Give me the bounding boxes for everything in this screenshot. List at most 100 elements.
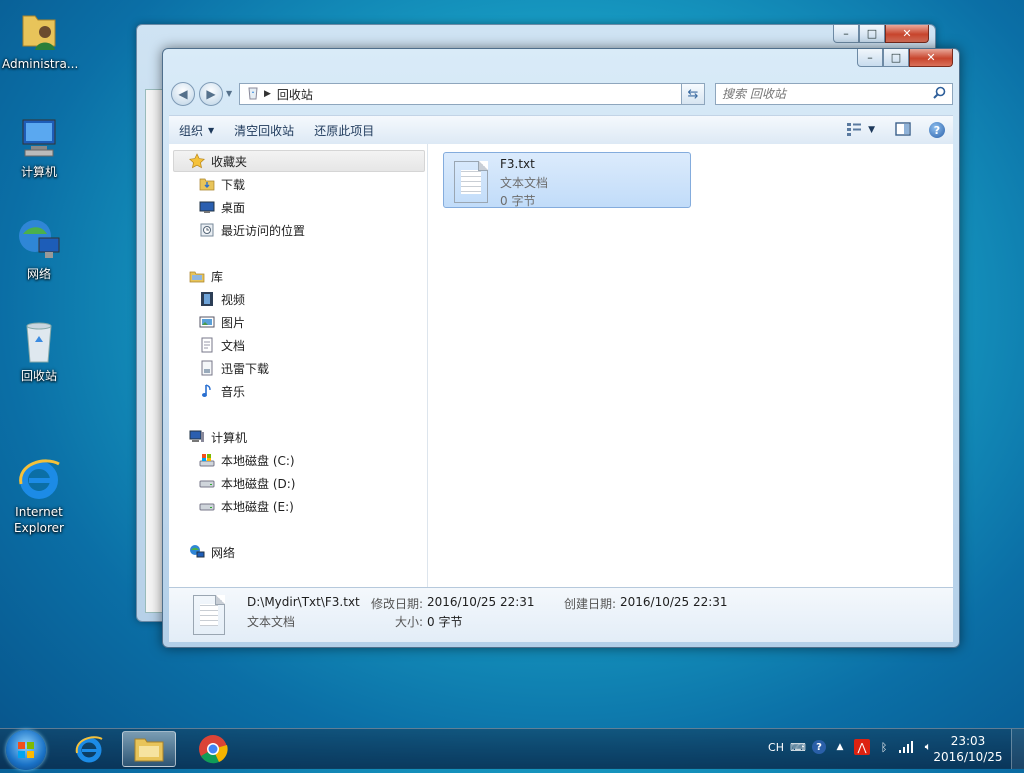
search-input[interactable] — [716, 86, 933, 102]
address-path[interactable]: 回收站 — [277, 86, 313, 103]
hard-drive-icon — [199, 475, 215, 491]
taskbar-windows-explorer[interactable] — [122, 731, 176, 767]
details-path: D:\Mydir\Txt\F3.txt — [247, 595, 360, 609]
nav-computer[interactable]: 计算机 — [189, 427, 247, 447]
show-desktop-button[interactable] — [1011, 729, 1024, 769]
chevron-down-icon: ▼ — [208, 125, 215, 135]
nav-label: 图片 — [221, 315, 246, 330]
taskbar-internet-explorer[interactable] — [62, 731, 116, 767]
nav-label: 文档 — [221, 338, 246, 353]
nav-recent-places[interactable]: 最近访问的位置 — [199, 220, 305, 240]
start-button[interactable] — [6, 730, 46, 770]
file-size: 0 字节 — [500, 194, 536, 208]
system-tray: CH ⌨ ? ▲ ⋀ ᛒ 🔈︎ — [768, 739, 936, 755]
nav-videos[interactable]: 视频 — [199, 289, 245, 309]
nav-downloads[interactable]: 下载 — [199, 174, 245, 194]
nav-label: 下载 — [221, 177, 246, 192]
desktop-icon-label: Administra... — [2, 57, 79, 71]
desktop-icon-label: Internet Explorer — [14, 505, 64, 535]
hard-drive-icon — [199, 498, 215, 514]
nav-drive-e[interactable]: 本地磁盘 (E:) — [199, 496, 294, 516]
restore-item-button[interactable]: 还原此项目 — [304, 118, 384, 142]
network-small-icon — [189, 544, 205, 560]
details-size-value: 0 字节 — [427, 615, 463, 629]
maximize-button[interactable]: □ — [859, 25, 885, 43]
refresh-button[interactable]: ⇆ — [681, 83, 705, 105]
clock-time: 23:03 — [950, 734, 986, 748]
download-folder-icon — [199, 176, 215, 192]
view-dropdown-button[interactable]: ▼ — [868, 118, 885, 142]
nav-label: 网络 — [211, 545, 236, 560]
nav-label: 视频 — [221, 292, 246, 307]
navigation-pane: 收藏夹 下载 桌面 最近访问的位置 库 视频 图片 文档 迅雷下载 音乐 计算机… — [169, 144, 428, 587]
preview-pane-icon — [895, 121, 911, 139]
search-icon[interactable] — [933, 86, 946, 102]
desktop-icon-label: 计算机 — [20, 165, 57, 179]
nav-drive-c[interactable]: 本地磁盘 (C:) — [199, 450, 295, 470]
desktop-icon-computer[interactable]: 计算机 — [2, 114, 76, 180]
recycle-bin-window[interactable]: – □ ✕ ◀ ▶ ▼ ▶ 回收站 ▼ ⇆ 组织 ▼ 清空回收站 — [162, 48, 960, 648]
nav-label: 本地磁盘 (D:) — [221, 476, 296, 491]
address-bar[interactable]: ▶ 回收站 ▼ — [239, 83, 705, 105]
bluetooth-icon[interactable]: ᛒ — [876, 739, 892, 755]
help-tray-icon[interactable]: ? — [812, 740, 826, 754]
ie-icon — [15, 438, 63, 499]
nav-desktop[interactable]: 桌面 — [199, 197, 245, 217]
nav-libraries[interactable]: 库 — [189, 266, 223, 286]
desktop-icon-administrator[interactable]: Administra... — [2, 6, 79, 72]
music-note-icon — [199, 383, 215, 399]
close-button[interactable]: ✕ — [885, 25, 929, 43]
network-signal-icon[interactable] — [898, 739, 914, 755]
minimize-button[interactable]: – — [857, 49, 883, 67]
address-row: ◀ ▶ ▼ ▶ 回收站 ▼ ⇆ — [171, 81, 953, 107]
maximize-button[interactable]: □ — [883, 49, 909, 67]
back-button[interactable]: ◀ — [171, 82, 195, 106]
ie-icon — [75, 736, 103, 763]
details-pane: D:\Mydir\Txt\F3.txt 文本文档 修改日期: 2016/10/2… — [169, 587, 953, 642]
nav-drive-d[interactable]: 本地磁盘 (D:) — [199, 473, 295, 493]
clock-date: 2016/10/25 — [933, 750, 1003, 764]
breadcrumb-chevron-icon[interactable]: ▶ — [264, 89, 271, 99]
system-clock[interactable]: 23:03 2016/10/25 — [932, 733, 1004, 765]
file-item-f3-txt[interactable]: F3.txt 文本文档 0 字节 — [443, 152, 691, 208]
details-created-value: 2016/10/25 22:31 — [620, 595, 728, 609]
minimize-button[interactable]: – — [833, 25, 859, 43]
desktop-icon-recycle-bin[interactable]: 回收站 — [2, 318, 76, 384]
nav-label: 收藏夹 — [211, 154, 248, 169]
nav-documents[interactable]: 文档 — [199, 335, 245, 355]
search-box[interactable] — [715, 83, 953, 105]
nav-label: 迅雷下载 — [221, 361, 270, 376]
computer-small-icon — [189, 429, 205, 445]
forward-button[interactable]: ▶ — [199, 82, 223, 106]
close-button[interactable]: ✕ — [909, 49, 953, 67]
text-file-icon — [454, 161, 488, 203]
command-bar: 组织 ▼ 清空回收站 还原此项目 ▼ ? — [169, 115, 953, 145]
show-hidden-icons-icon[interactable]: ▲ — [832, 739, 848, 755]
nav-music[interactable]: 音乐 — [199, 381, 245, 401]
desktop-icon-label: 回收站 — [20, 369, 57, 383]
recycle-bin-small-icon — [246, 86, 260, 103]
network-icon — [15, 216, 63, 264]
refresh-icon: ⇆ — [687, 86, 699, 102]
file-type: 文本文档 — [500, 176, 549, 190]
antivirus-icon[interactable]: ⋀ — [854, 739, 870, 755]
desktop-icon-network[interactable]: 网络 — [2, 216, 76, 282]
help-button[interactable]: ? — [921, 118, 953, 142]
nav-network[interactable]: 网络 — [189, 542, 235, 562]
empty-recycle-bin-button[interactable]: 清空回收站 — [224, 118, 304, 142]
preview-pane-button[interactable] — [885, 118, 921, 142]
change-view-button[interactable] — [840, 118, 868, 142]
user-folder-icon — [15, 6, 63, 54]
desktop-icon-internet-explorer[interactable]: Internet Explorer — [2, 422, 76, 552]
nav-favorites[interactable]: 收藏夹 — [189, 151, 247, 171]
nav-label: 最近访问的位置 — [221, 223, 306, 238]
input-language-indicator[interactable]: CH — [768, 741, 784, 754]
document-icon — [199, 337, 215, 353]
chevron-down-icon: ▼ — [868, 125, 875, 135]
organize-button[interactable]: 组织 ▼ — [169, 118, 224, 142]
recent-pages-dropdown[interactable]: ▼ — [226, 89, 232, 98]
nav-pictures[interactable]: 图片 — [199, 312, 245, 332]
taskbar-chrome[interactable] — [186, 731, 240, 767]
nav-thunder-downloads[interactable]: 迅雷下载 — [199, 358, 269, 378]
keyboard-icon[interactable]: ⌨ — [790, 739, 806, 755]
